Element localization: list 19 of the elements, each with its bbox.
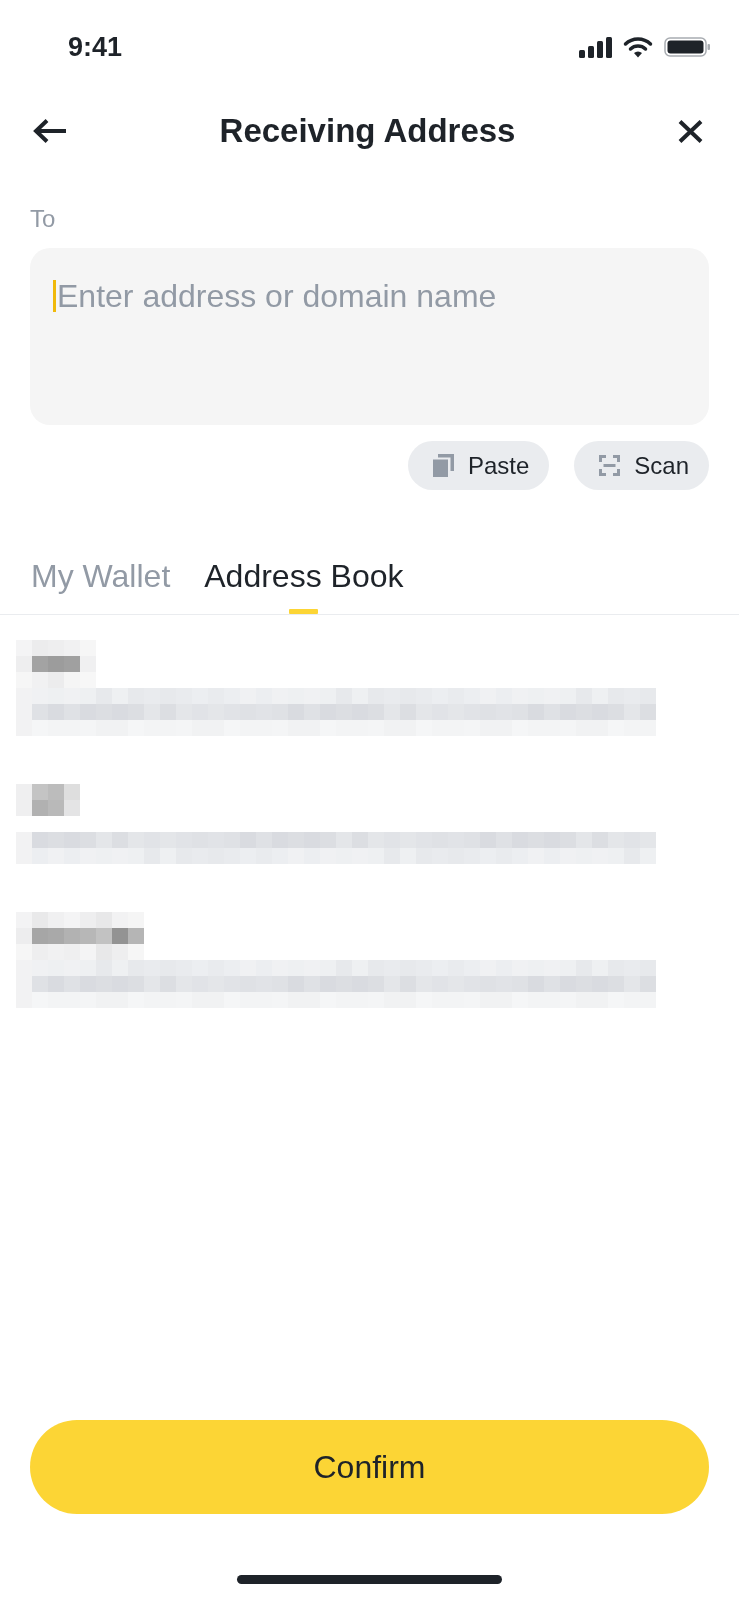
close-button[interactable] <box>678 119 703 143</box>
address-input-field[interactable]: Enter address or domain name <box>30 248 709 425</box>
copy-icon <box>432 454 454 477</box>
scan-button[interactable]: Scan <box>574 441 709 490</box>
active-tab-underline <box>289 609 319 614</box>
tab[interactable]: Address Book <box>204 556 404 614</box>
signal-icon <box>579 36 612 58</box>
back-arrow-icon <box>32 118 67 144</box>
page-title: Receiving Address <box>219 111 516 151</box>
battery-icon <box>664 37 711 57</box>
status-time: 9:41 <box>68 33 123 61</box>
back-button[interactable] <box>32 118 67 144</box>
close-icon <box>678 119 703 143</box>
pixelated-name-drawing <box>16 784 80 816</box>
field-label: To <box>30 204 56 234</box>
paste-button[interactable]: Paste <box>407 441 550 490</box>
confirm-button[interactable]: Confirm <box>30 1420 709 1514</box>
scan-icon <box>599 455 621 476</box>
wifi-icon <box>623 36 653 58</box>
